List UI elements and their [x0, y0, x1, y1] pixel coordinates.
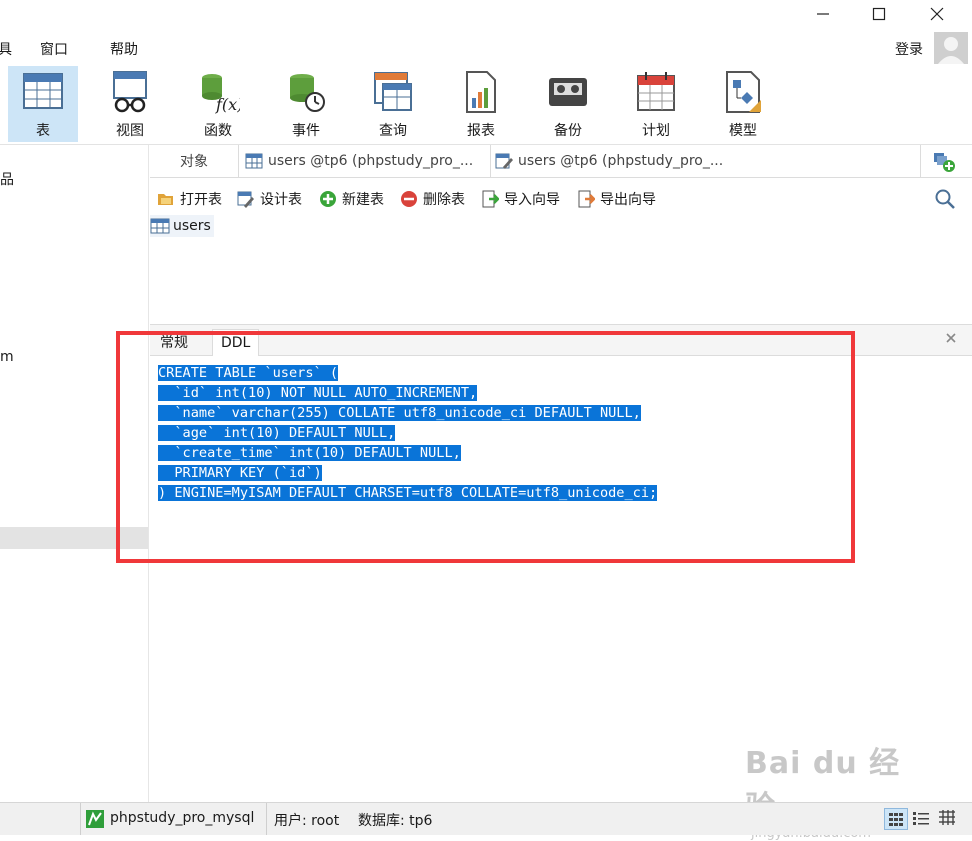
- grid-view-icon: [889, 813, 903, 826]
- new-table-button[interactable]: 新建表: [319, 185, 384, 213]
- design-table-icon: [495, 153, 513, 169]
- user-avatar-icon: [938, 37, 964, 64]
- ribbon-event-button[interactable]: 事件: [271, 66, 341, 142]
- tab-objects-label: 对象: [180, 154, 208, 170]
- new-table-icon: [320, 191, 336, 207]
- ribbon-query-button[interactable]: 查询: [358, 66, 428, 142]
- design-table-icon: [237, 191, 254, 208]
- table-name: users: [173, 218, 211, 234]
- delete-table-label: 删除表: [423, 192, 465, 208]
- event-icon: [290, 74, 325, 112]
- backup-icon: [549, 78, 587, 106]
- status-user: 用户: root: [274, 813, 340, 829]
- open-table-button[interactable]: 打开表: [157, 185, 222, 213]
- ribbon-model-button[interactable]: 模型: [708, 66, 778, 142]
- list-item[interactable]: users: [150, 215, 214, 237]
- new-tab-button[interactable]: [932, 151, 956, 173]
- search-button[interactable]: [934, 188, 956, 210]
- ribbon-view-button[interactable]: 视图: [95, 66, 165, 142]
- search-icon: [935, 189, 955, 209]
- new-table-label: 新建表: [342, 192, 384, 208]
- export-wizard-label: 导出向导: [600, 192, 656, 208]
- avatar[interactable]: [934, 32, 968, 64]
- mysql-connection-icon: [86, 810, 104, 828]
- tree-item[interactable]: m: [0, 349, 14, 365]
- model-icon: [726, 71, 761, 113]
- open-table-label: 打开表: [180, 192, 222, 208]
- ribbon-event-label: 事件: [292, 123, 320, 139]
- ribbon-schedule-button[interactable]: 计划: [621, 66, 691, 142]
- highlight-box: [116, 331, 855, 563]
- list-view-icon: [913, 812, 929, 825]
- status-divider: [266, 803, 267, 835]
- ribbon-report-label: 报表: [467, 123, 495, 139]
- export-wizard-icon: [578, 190, 595, 208]
- view-detail-button[interactable]: [936, 808, 960, 830]
- ribbon-table-button[interactable]: 表: [8, 66, 78, 142]
- import-wizard-label: 导入向导: [504, 192, 560, 208]
- status-bar: phpstudy_pro_mysql 用户: root 数据库: tp6: [0, 802, 972, 835]
- design-table-label: 设计表: [260, 192, 302, 208]
- tab-users-table[interactable]: users @tp6 (phpstudy_pro_...: [245, 145, 473, 177]
- tab-users-design[interactable]: users @tp6 (phpstudy_pro_...: [495, 145, 723, 177]
- login-link[interactable]: 登录: [895, 39, 923, 59]
- object-list: users: [150, 213, 972, 323]
- status-connection: phpstudy_pro_mysql: [110, 810, 255, 826]
- status-divider: [80, 803, 81, 835]
- ribbon-function-button[interactable]: f(x) 函数: [183, 66, 253, 142]
- ribbon-toolbar: 表 视图 f(x) 函数 事件 查询: [0, 64, 972, 145]
- close-icon: [946, 333, 956, 343]
- close-panel-button[interactable]: [944, 331, 958, 345]
- view-list-button[interactable]: [910, 808, 934, 830]
- ribbon-backup-label: 备份: [554, 123, 582, 139]
- menu-help[interactable]: 帮助: [110, 39, 138, 59]
- object-toolbar: 打开表 设计表 新建表 删除表 导入向导 导出向导: [150, 185, 972, 213]
- menu-window[interactable]: 窗口: [40, 39, 68, 59]
- ribbon-view-label: 视图: [116, 123, 144, 139]
- report-icon: [466, 71, 496, 113]
- tab-divider: [238, 145, 239, 177]
- schedule-icon: [637, 72, 675, 111]
- svg-text:f(x): f(x): [215, 95, 240, 114]
- menu-tools[interactable]: 具: [0, 39, 12, 59]
- menu-bar: 具 窗口 帮助 登录: [0, 32, 972, 64]
- tab-users-design-label: users @tp6 (phpstudy_pro_...: [518, 153, 724, 169]
- tab-users-table-label: users @tp6 (phpstudy_pro_...: [268, 153, 474, 169]
- close-icon: [930, 7, 944, 21]
- object-tab-bar: 对象 users @tp6 (phpstudy_pro_... users @t…: [150, 145, 972, 178]
- tree-item[interactable]: 品: [0, 169, 14, 189]
- open-table-icon: [158, 194, 173, 205]
- table-icon: [150, 218, 170, 234]
- close-button[interactable]: [909, 0, 965, 28]
- ribbon-function-label: 函数: [204, 123, 232, 139]
- function-icon: f(x): [202, 74, 240, 114]
- ribbon-model-label: 模型: [729, 123, 757, 139]
- table-icon: [23, 73, 63, 109]
- delete-table-button[interactable]: 删除表: [400, 185, 465, 213]
- tab-objects[interactable]: 对象: [180, 145, 208, 177]
- view-grid-button[interactable]: [884, 808, 908, 830]
- ribbon-query-label: 查询: [379, 123, 407, 139]
- design-table-button[interactable]: 设计表: [237, 185, 302, 213]
- minimize-button[interactable]: [795, 0, 851, 28]
- import-wizard-button[interactable]: 导入向导: [481, 185, 560, 213]
- tab-divider: [490, 145, 491, 177]
- query-icon: [374, 72, 412, 111]
- maximize-button[interactable]: [851, 0, 907, 28]
- export-wizard-button[interactable]: 导出向导: [577, 185, 656, 213]
- import-wizard-icon: [482, 190, 499, 208]
- add-object-icon: [934, 153, 955, 172]
- table-icon: [245, 153, 263, 169]
- ribbon-table-label: 表: [36, 123, 50, 139]
- minimize-icon: [817, 13, 829, 15]
- view-icon: [113, 71, 147, 113]
- detail-view-icon: [939, 810, 955, 825]
- ribbon-backup-button[interactable]: 备份: [533, 66, 603, 142]
- status-database: 数据库: tp6: [358, 813, 433, 829]
- maximize-icon: [872, 7, 886, 21]
- delete-table-icon: [401, 191, 417, 207]
- ribbon-report-button[interactable]: 报表: [446, 66, 516, 142]
- ribbon-schedule-label: 计划: [642, 123, 670, 139]
- tab-divider: [920, 145, 921, 177]
